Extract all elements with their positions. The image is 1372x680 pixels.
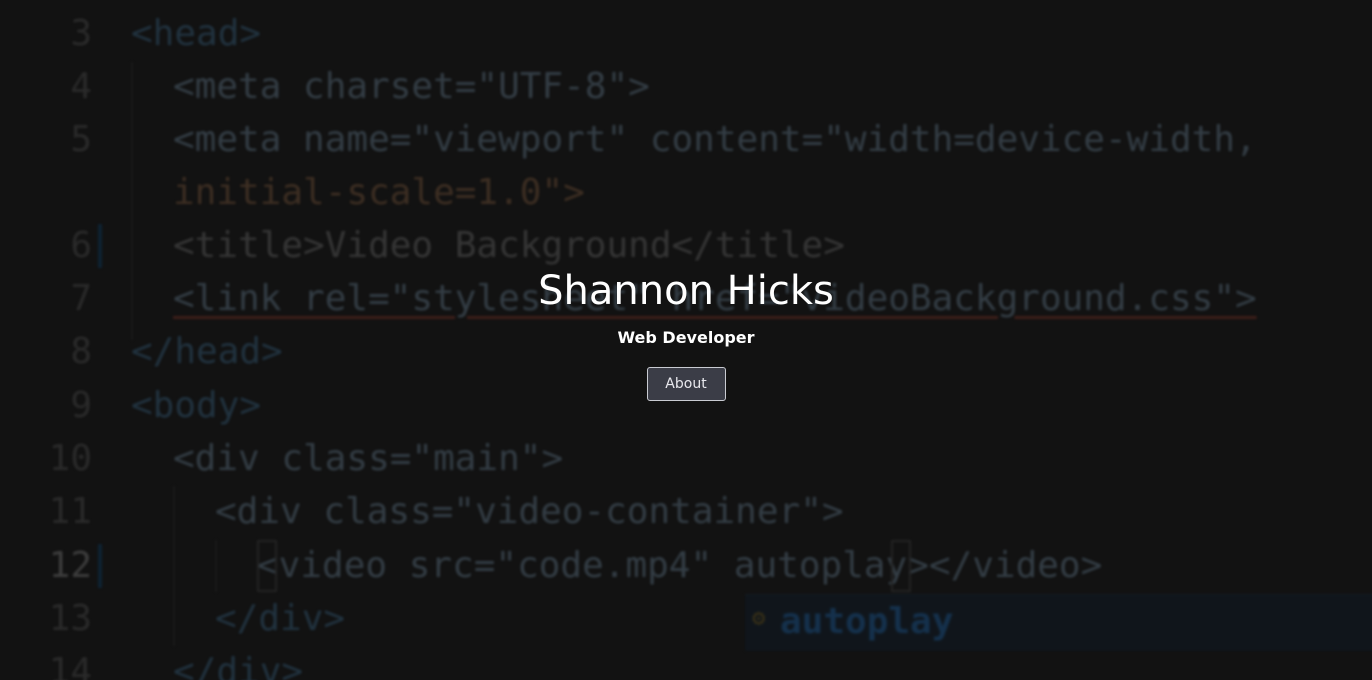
hero-section: Shannon Hicks Web Developer About bbox=[0, 262, 1372, 401]
video-background-page: 3 4 5 6 7 8 9 10 11 12 13 14 <head> <met… bbox=[0, 0, 1372, 680]
hero-name: Shannon Hicks bbox=[538, 268, 834, 314]
hero-role: Web Developer bbox=[617, 328, 755, 347]
about-button[interactable]: About bbox=[646, 367, 726, 401]
